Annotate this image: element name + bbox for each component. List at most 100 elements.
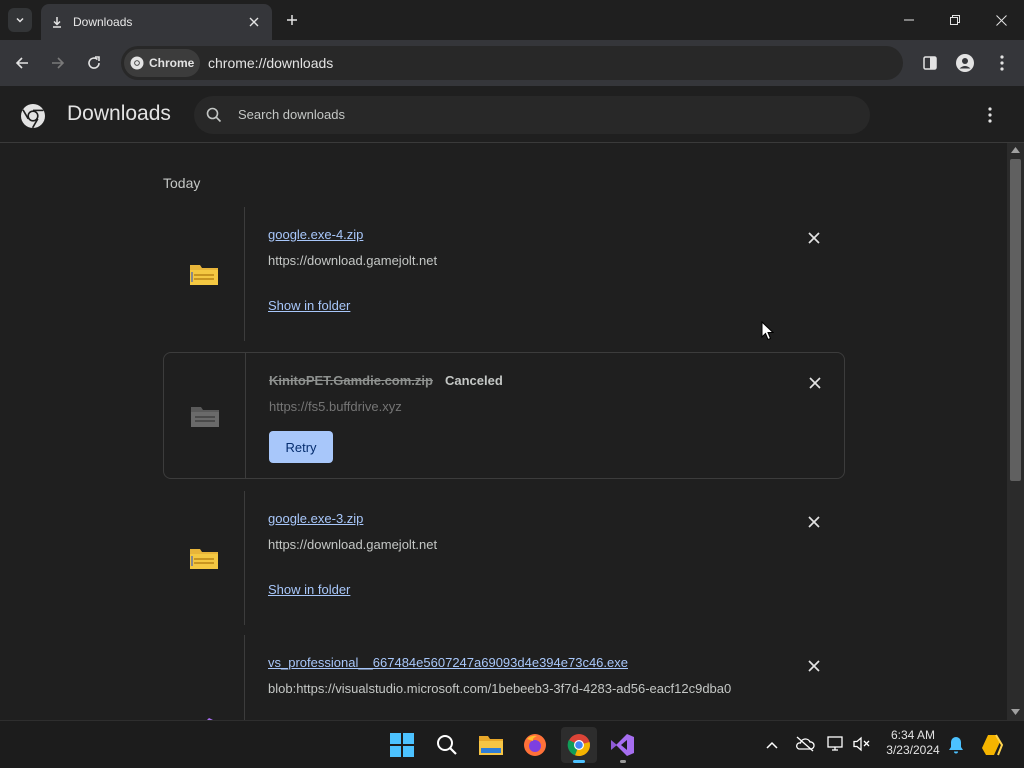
close-icon <box>808 232 820 244</box>
zip-folder-icon <box>189 549 218 569</box>
notification-bell-icon[interactable] <box>948 736 964 754</box>
close-window-button[interactable] <box>978 0 1024 40</box>
download-source-url: https://download.gamejolt.net <box>268 537 438 552</box>
url-text[interactable]: chrome://downloads <box>208 55 333 71</box>
forward-button[interactable] <box>44 49 72 77</box>
close-icon <box>809 377 821 389</box>
site-info-chip[interactable]: Chrome <box>124 49 200 77</box>
search-icon <box>437 735 457 755</box>
download-source-url: https://download.gamejolt.net <box>268 253 438 268</box>
download-filename-link[interactable]: vs_professional__667484e5607247a69093d4e… <box>268 655 628 670</box>
scroll-up-icon[interactable] <box>1011 147 1020 153</box>
taskbar <box>0 720 1024 768</box>
minimize-icon <box>904 19 914 21</box>
file-icon-column <box>164 353 246 478</box>
chrome-logo-icon <box>21 104 45 129</box>
download-source-url: blob:https://visualstudio.microsoft.com/… <box>268 681 732 696</box>
search-icon <box>206 107 222 123</box>
page-title: Downloads <box>67 102 171 125</box>
menu-button[interactable] <box>988 49 1016 77</box>
side-panel-button[interactable] <box>916 49 944 77</box>
file-icon-column <box>163 207 245 341</box>
retry-button[interactable]: Retry <box>269 431 333 463</box>
scroll-down-icon[interactable] <box>1011 709 1020 715</box>
more-vert-icon <box>988 107 992 123</box>
reload-icon <box>88 56 100 69</box>
windows-logo-icon <box>390 733 414 757</box>
file-icon-column <box>163 635 245 720</box>
download-source-url: https://fs5.buffdrive.xyz <box>269 399 402 414</box>
mouse-cursor-icon <box>761 321 774 341</box>
file-icon-column <box>163 491 245 625</box>
active-app-indicator <box>573 760 585 763</box>
remove-download-button[interactable] <box>803 511 825 533</box>
arrow-right-icon <box>52 57 65 69</box>
zip-folder-icon <box>189 265 218 285</box>
show-in-folder-link[interactable]: Show in folder <box>268 582 350 597</box>
show-hidden-icons-button[interactable] <box>763 737 781 753</box>
scrollbar-thumb[interactable] <box>1010 159 1021 481</box>
site-chip-label: Chrome <box>149 56 195 70</box>
show-in-folder-link[interactable]: Show in folder <box>268 298 350 313</box>
clock-date: 3/23/2024 <box>886 743 940 757</box>
download-status: Canceled <box>445 373 503 388</box>
chevron-up-icon <box>766 741 778 749</box>
tab-downloads[interactable]: Downloads <box>41 4 272 40</box>
chevron-down-icon <box>16 17 24 23</box>
downloads-menu-button[interactable] <box>982 106 998 124</box>
more-vert-icon <box>1000 55 1004 71</box>
tab-search-button[interactable] <box>8 8 32 32</box>
start-button[interactable] <box>384 727 420 763</box>
minimize-button[interactable] <box>886 0 932 40</box>
vertical-scrollbar[interactable] <box>1007 143 1024 720</box>
arrow-left-icon <box>15 57 28 69</box>
clock-time: 6:34 AM <box>890 728 936 742</box>
folder-icon <box>479 736 503 755</box>
chrome-logo-icon <box>567 734 590 757</box>
restore-icon <box>950 15 960 25</box>
search-input[interactable] <box>238 104 838 124</box>
download-icon <box>53 17 61 28</box>
tab-strip: Downloads <box>0 0 1024 40</box>
close-icon <box>808 516 820 528</box>
close-icon <box>249 17 259 27</box>
remove-download-button[interactable] <box>803 227 825 249</box>
zip-folder-icon <box>190 406 219 427</box>
download-filename-link[interactable]: google.exe-3.zip <box>268 511 363 526</box>
running-app-indicator <box>620 760 626 763</box>
volume-muted-icon[interactable] <box>853 736 871 752</box>
profile-button[interactable] <box>951 49 979 77</box>
taskbar-search-button[interactable] <box>429 727 465 763</box>
download-item: google.exe-4.zip https://download.gamejo… <box>163 207 845 341</box>
network-icon[interactable] <box>827 736 845 752</box>
download-item-canceled: KinitoPET.Gamdie.com.zip Canceled https:… <box>163 352 845 479</box>
remove-download-button[interactable] <box>804 372 826 394</box>
copilot-preview-icon[interactable] <box>980 732 1006 758</box>
close-icon <box>995 14 1007 26</box>
onedrive-offline-icon[interactable] <box>795 736 815 752</box>
restore-button[interactable] <box>932 0 978 40</box>
visual-studio-installer-icon <box>611 734 634 756</box>
date-section-label: Today <box>163 175 201 191</box>
download-filename: KinitoPET.Gamdie.com.zip <box>269 373 433 388</box>
reload-button[interactable] <box>80 49 108 77</box>
remove-download-button[interactable] <box>803 655 825 677</box>
taskbar-clock[interactable]: 6:34 AM 3/23/2024 <box>880 728 946 758</box>
chrome-logo-icon <box>130 56 144 70</box>
tab-title: Downloads <box>73 15 133 29</box>
firefox-button[interactable] <box>517 727 553 763</box>
firefox-icon <box>524 734 546 756</box>
download-item: vs_professional__667484e5607247a69093d4e… <box>163 635 845 720</box>
tab-close-button[interactable] <box>246 14 262 30</box>
download-filename-link[interactable]: google.exe-4.zip <box>268 227 363 242</box>
visual-studio-installer-button[interactable] <box>605 727 641 763</box>
file-explorer-button[interactable] <box>473 727 509 763</box>
plus-icon <box>287 15 297 25</box>
download-item: google.exe-3.zip https://download.gamejo… <box>163 491 845 625</box>
chrome-taskbar-button[interactable] <box>561 727 597 763</box>
new-tab-button[interactable] <box>281 9 303 31</box>
side-panel-icon <box>923 56 937 70</box>
back-button[interactable] <box>8 49 36 77</box>
close-icon <box>808 660 820 672</box>
downloads-list: Today google.exe-4.zip https://download.… <box>0 143 1007 720</box>
